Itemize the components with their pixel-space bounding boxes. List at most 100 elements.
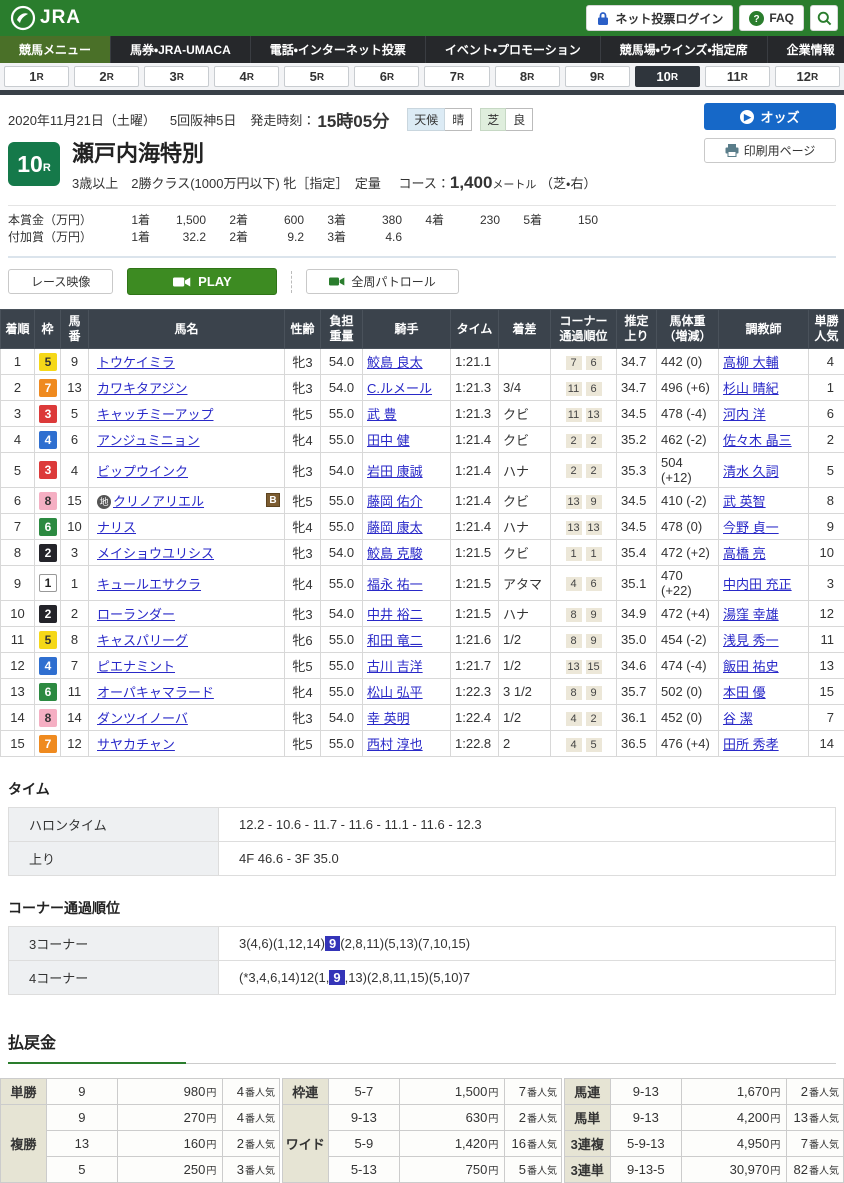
nav-item[interactable]: イベント・プロモーション — [426, 36, 601, 63]
jockey-link[interactable]: 藤岡 康太 — [367, 520, 423, 535]
jockey-link[interactable]: 西村 淳也 — [367, 737, 423, 752]
faq-button[interactable]: ? FAQ — [739, 5, 804, 31]
race-tab[interactable]: 1R — [4, 66, 69, 87]
sex-age: 牝5 — [285, 401, 321, 427]
race-tab[interactable]: 10R — [635, 66, 700, 87]
jockey-link[interactable]: 藤岡 佑介 — [367, 494, 423, 509]
horse-name-link[interactable]: トウケイミラ — [97, 355, 175, 370]
sex-age: 牝5 — [285, 731, 321, 757]
race-tab[interactable]: 6R — [354, 66, 419, 87]
horse-number: 7 — [61, 653, 89, 679]
race-tab[interactable]: 12R — [775, 66, 840, 87]
payout-title: 払戻金 — [8, 1029, 186, 1064]
jockey-link[interactable]: 武 豊 — [367, 407, 397, 422]
horse-name-link[interactable]: ナリス — [97, 520, 136, 535]
trainer-link[interactable]: 高橋 亮 — [723, 546, 766, 561]
nav-item[interactable]: 電話・インターネット投票 — [251, 36, 426, 63]
finish-time: 1:21.4 — [451, 514, 499, 540]
search-button[interactable] — [810, 5, 838, 31]
horse-name-link[interactable]: カワキタアジン — [97, 381, 187, 396]
jra-logo[interactable]: JRA — [10, 5, 81, 31]
race-tab[interactable]: 9R — [565, 66, 630, 87]
trainer-link[interactable]: 高柳 大輔 — [723, 355, 779, 370]
sex-age: 牝4 — [285, 427, 321, 453]
race-tab[interactable]: 2R — [74, 66, 139, 87]
course-label: コース： — [399, 176, 450, 191]
trainer-link[interactable]: 湯窪 幸雄 — [723, 607, 779, 622]
trainer-link[interactable]: 飯田 祐史 — [723, 659, 779, 674]
tansho-label: 単勝 — [1, 1079, 47, 1105]
jockey-link[interactable]: 鮫島 克駿 — [367, 546, 423, 561]
horse-name-link[interactable]: キャスパリーグ — [97, 633, 188, 648]
race-tab[interactable]: 4R — [214, 66, 279, 87]
nav-item[interactable]: 競馬メニュー — [0, 36, 111, 63]
nav-item[interactable]: 企業情報 — [768, 36, 844, 63]
patrol-video-button[interactable]: 全周パトロール — [306, 269, 458, 294]
horse-number: 6 — [61, 427, 89, 453]
horse-name-link[interactable]: ローランダー — [97, 607, 175, 622]
print-page-button[interactable]: 印刷用ページ — [704, 138, 836, 163]
last-3f: 35.2 — [617, 427, 657, 453]
jockey-link[interactable]: 古川 吉洋 — [367, 659, 423, 674]
margin: クビ — [499, 488, 551, 514]
trainer-link[interactable]: 谷 潔 — [723, 711, 753, 726]
jockey-link[interactable]: 松山 弘平 — [367, 685, 423, 700]
jockey-link[interactable]: 福永 祐一 — [367, 577, 423, 592]
horse-name-link[interactable]: ダンツイノーバ — [97, 711, 188, 726]
payout-table-3: 馬連 9-13 1,670円 2番人気 馬単 9-13 4,200円 13番人気… — [564, 1078, 844, 1183]
horse-name-link[interactable]: キャッチミーアップ — [97, 407, 213, 422]
margin: 3 1/2 — [499, 679, 551, 705]
horse-name-link[interactable]: キュールエサクラ — [97, 577, 201, 592]
win-popularity: 13 — [809, 653, 844, 679]
odds-button[interactable]: ▶ オッズ — [704, 103, 836, 130]
race-tab[interactable]: 5R — [284, 66, 349, 87]
trainer-link[interactable]: 佐々木 晶三 — [723, 433, 792, 448]
jockey-link[interactable]: 鮫島 良太 — [367, 355, 423, 370]
jockey-link[interactable]: 中井 裕二 — [367, 607, 423, 622]
trainer-link[interactable]: 今野 貞一 — [723, 520, 779, 535]
jockey-link[interactable]: 田中 健 — [367, 433, 410, 448]
jockey-link[interactable]: 岩田 康誠 — [367, 464, 423, 479]
race-tab[interactable]: 11R — [705, 66, 770, 87]
race-tab[interactable]: 8R — [495, 66, 560, 87]
trainer-link[interactable]: 田所 秀孝 — [723, 737, 779, 752]
carried-weight: 55.0 — [321, 627, 363, 653]
sex-age: 牝5 — [285, 653, 321, 679]
finish-time: 1:21.5 — [451, 601, 499, 627]
horse-name-link[interactable]: メイショウユリシス — [97, 546, 214, 561]
jockey-link[interactable]: 幸 英明 — [367, 711, 410, 726]
last-up-value: 4F 46.6 - 3F 35.0 — [219, 842, 836, 876]
trainer-link[interactable]: 浅見 秀一 — [723, 633, 779, 648]
horse-name-link[interactable]: アンジュミニョン — [97, 433, 200, 448]
nav-item[interactable]: 競馬場・ウインズ・指定席 — [601, 36, 768, 63]
horse-name-link[interactable]: サヤカチャン — [97, 737, 175, 752]
corner-positions: 1113 — [551, 401, 617, 427]
jockey-link[interactable]: C.ルメール — [367, 381, 432, 396]
trainer-link[interactable]: 杉山 晴紀 — [723, 381, 779, 396]
finish-position: 12 — [1, 653, 35, 679]
sex-age: 牝4 — [285, 679, 321, 705]
jockey-link[interactable]: 和田 竜二 — [367, 633, 423, 648]
horse-name-link[interactable]: オーパキャマラード — [97, 685, 214, 700]
net-voting-login-button[interactable]: ネット投票ログイン — [586, 5, 733, 31]
horse-name-link[interactable]: ピエナミント — [97, 659, 175, 674]
race-tab[interactable]: 7R — [424, 66, 489, 87]
frame-badge: 1 — [39, 574, 57, 592]
race-tab[interactable]: 3R — [144, 66, 209, 87]
column-header: 着順 — [1, 310, 35, 349]
nav-item[interactable]: 馬券・JRA-UMACA — [111, 36, 251, 63]
horse-name-cell: サヤカチャン — [89, 731, 285, 757]
race-video-button[interactable]: レース映像 — [8, 269, 113, 294]
corner-positions: 42 — [551, 705, 617, 731]
trainer-link[interactable]: 清水 久詞 — [723, 464, 779, 479]
trainer-link[interactable]: 河内 洋 — [723, 407, 766, 422]
play-button[interactable]: PLAY — [127, 268, 277, 295]
horse-name-link[interactable]: クリノアリエル — [113, 494, 204, 509]
last-3f: 35.4 — [617, 540, 657, 566]
trainer-link[interactable]: 武 英智 — [723, 494, 766, 509]
trainer-link[interactable]: 中内田 充正 — [723, 577, 792, 592]
sex-age: 牝3 — [285, 705, 321, 731]
horse-name-link[interactable]: ビップウインク — [97, 464, 188, 479]
trainer-link[interactable]: 本田 優 — [723, 685, 766, 700]
column-header: 性齢 — [285, 310, 321, 349]
